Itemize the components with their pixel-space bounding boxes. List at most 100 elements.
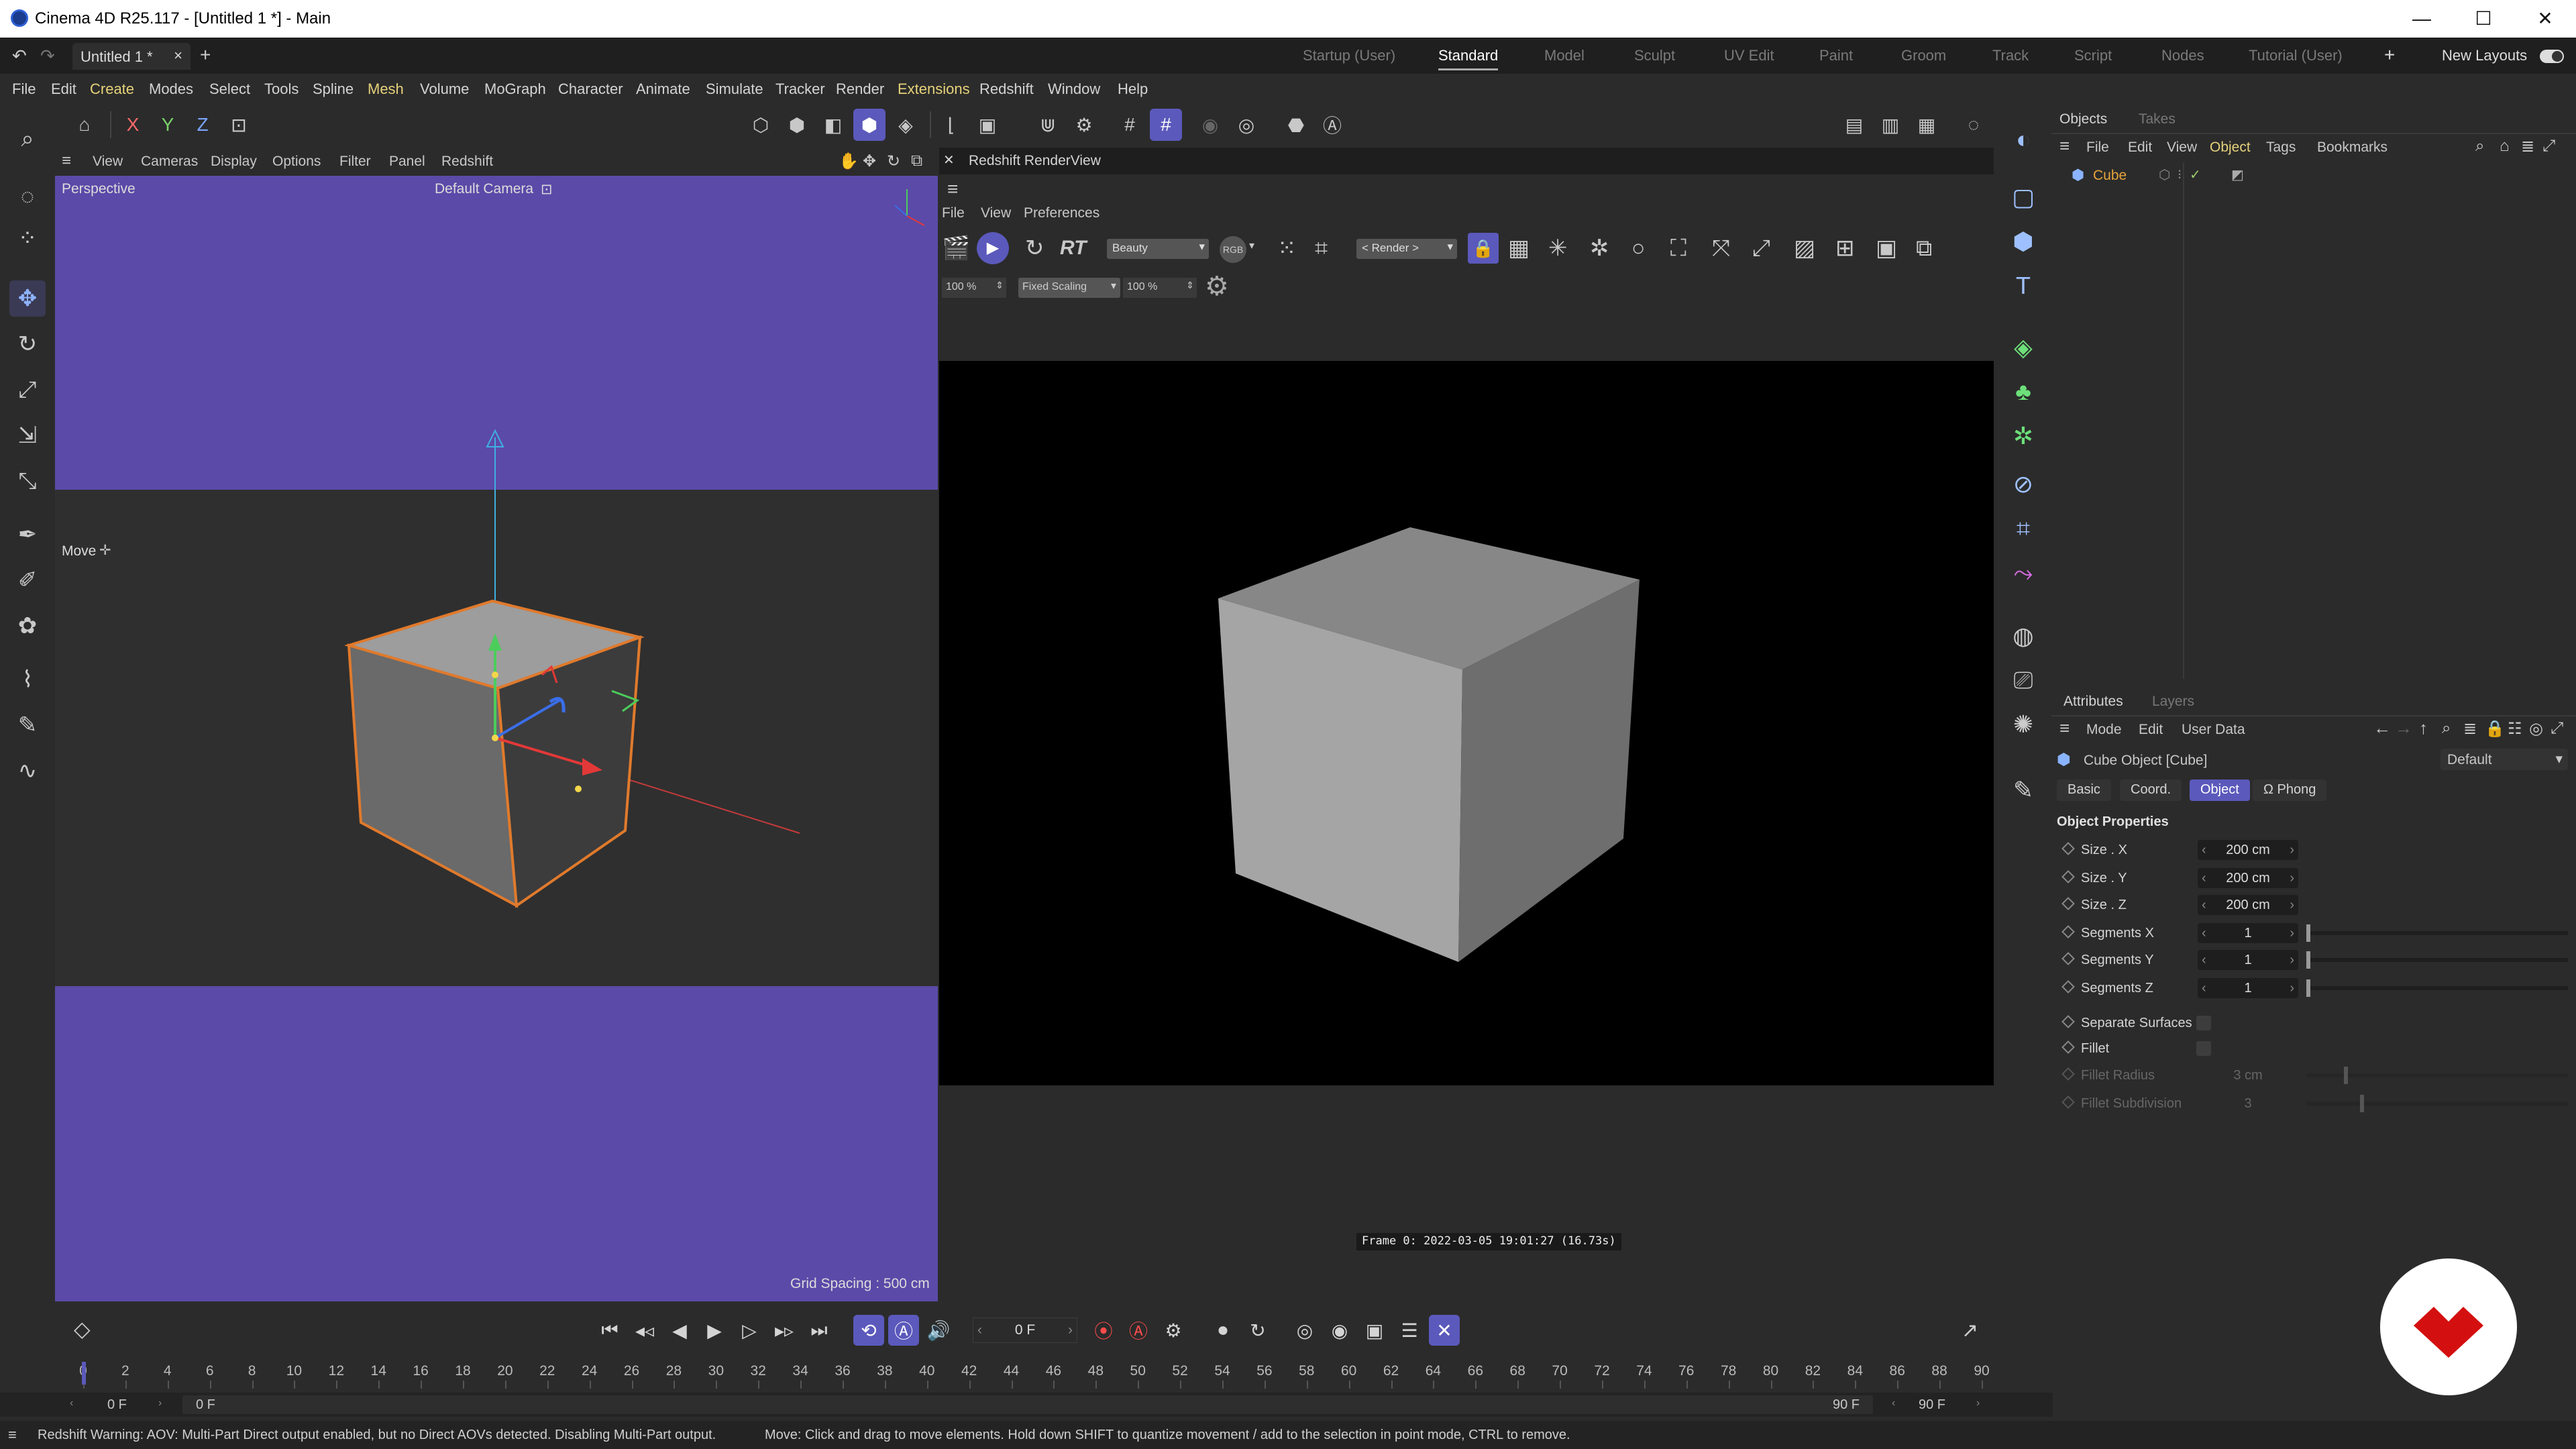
layout-tab-nodes[interactable]: Nodes [2161, 47, 2204, 64]
objects-menu-tags[interactable]: Tags [2266, 140, 2296, 156]
image-icon[interactable]: ▨ [1794, 235, 1815, 262]
filter-icon[interactable]: ≣ [2521, 137, 2534, 156]
increment-icon[interactable]: › [1068, 1318, 1073, 1342]
renderview-menu-file[interactable]: File [942, 205, 965, 221]
home-icon[interactable]: ⌂ [2500, 137, 2510, 156]
stepper-icon[interactable]: ⇕ [996, 280, 1004, 291]
layout-tab-paint[interactable]: Paint [1819, 47, 1853, 64]
resize-diagonal-icon[interactable]: ⤢ [1752, 235, 1770, 262]
maximize-button[interactable]: ☐ [2463, 5, 2504, 32]
segments-x-slider[interactable] [2306, 924, 2568, 942]
search-icon[interactable]: ⌕ [9, 121, 46, 157]
tag-edit-icon[interactable]: ✎ [2004, 771, 2042, 809]
edit-render-settings-icon[interactable]: ▦ [1911, 109, 1943, 141]
spline-pen-icon[interactable]: ✒ [9, 517, 46, 553]
clapper-icon[interactable]: 🎬 [942, 235, 970, 262]
range-end-field[interactable]: 90 F [1919, 1397, 1945, 1413]
layout-tab-script[interactable]: Script [2074, 47, 2112, 64]
text-spline-icon[interactable]: T [2004, 267, 2042, 305]
menu-redshift[interactable]: Redshift [979, 80, 1034, 98]
spline-rectangle-icon[interactable]: ▢ [2004, 178, 2042, 216]
search-icon[interactable]: ⌕ [2442, 719, 2451, 738]
play-forward-icon[interactable]: ▶ [699, 1315, 730, 1346]
close-window-button[interactable]: ✕ [2525, 5, 2565, 32]
layout-tab-groom[interactable]: Groom [1901, 47, 1946, 64]
go-to-start-icon[interactable]: ⏮ [594, 1315, 625, 1346]
menu-render[interactable]: Render [836, 80, 884, 98]
key-rotation-icon[interactable]: ↻ [1242, 1315, 1273, 1346]
layout-tab-sculpt[interactable]: Sculpt [1634, 47, 1675, 64]
menu-window[interactable]: Window [1048, 80, 1100, 98]
decrement-icon[interactable]: ‹ [70, 1397, 73, 1409]
viewport-menu-options[interactable]: Options [272, 154, 321, 170]
keyframe-diamond-icon[interactable] [2061, 1015, 2075, 1028]
menu-simulate[interactable]: Simulate [706, 80, 763, 98]
render-target-select[interactable]: < Render > ▾ [1356, 239, 1457, 259]
menu-extensions[interactable]: Extensions [898, 80, 970, 98]
decrement-icon[interactable]: ‹ [977, 1318, 982, 1342]
subtab-basic[interactable]: Basic [2057, 780, 2111, 801]
tab-objects[interactable]: Objects [2059, 111, 2107, 127]
renderview-menu-preferences[interactable]: Preferences [1024, 205, 1099, 221]
viewport-menu-panel[interactable]: Panel [389, 154, 425, 170]
increment-icon[interactable]: › [1976, 1397, 1980, 1409]
increment-icon[interactable]: › [2290, 978, 2294, 998]
grid-overlay-icon[interactable]: ⁙ [1277, 235, 1297, 262]
menu-help[interactable]: Help [1118, 80, 1148, 98]
cube-create-icon[interactable]: ◐ [2004, 121, 2042, 158]
back-arrow-icon[interactable]: ← [2373, 718, 2391, 739]
snowflake-icon[interactable]: ✳ [1548, 235, 1568, 262]
object-name-cube[interactable]: Cube [2093, 168, 2127, 184]
render-view-icon[interactable]: ▤ [1838, 109, 1870, 141]
layout-tab-tutorial[interactable]: Tutorial (User) [2249, 47, 2343, 64]
keyframe-selection-icon[interactable]: ⚙ [1158, 1315, 1189, 1346]
live-selection-icon[interactable]: ◌ [9, 178, 46, 215]
previous-key-icon[interactable]: ◂◃ [629, 1315, 660, 1346]
menu-edit[interactable]: Edit [51, 80, 76, 98]
cube-primitive-icon[interactable]: ⬢ [2004, 223, 2042, 260]
move-tool-icon[interactable]: ✥ [9, 280, 46, 317]
visibility-dots-icon[interactable]: ⁝ [2178, 166, 2182, 183]
rgb-channel-button[interactable]: RGB [1220, 236, 1246, 263]
viewport-menu-cameras[interactable]: Cameras [141, 154, 198, 170]
render-output-image[interactable] [939, 361, 1994, 1085]
viewport-menu-display[interactable]: Display [211, 154, 257, 170]
decrement-icon[interactable]: ‹ [2202, 895, 2206, 915]
objects-menu-icon[interactable]: ≡ [2059, 136, 2070, 156]
viewport-maximize-icon[interactable]: ⧉ [911, 152, 922, 170]
keyframe-diamond-icon[interactable] [2061, 925, 2075, 938]
layout-tab-model[interactable]: Model [1544, 47, 1585, 64]
motion-system-icon[interactable]: ☰ [1394, 1315, 1425, 1346]
minimize-button[interactable]: — [2402, 5, 2442, 32]
new-layouts-label[interactable]: New Layouts [2442, 47, 2527, 64]
key-position-icon[interactable]: ⏺ [1208, 1315, 1238, 1346]
fillet-checkbox[interactable] [2196, 1041, 2211, 1056]
expand-panel-icon[interactable]: ⤢ [2542, 137, 2555, 156]
objects-menu-view[interactable]: View [2167, 140, 2197, 156]
light-icon[interactable]: ✺ [2004, 706, 2042, 743]
knife-tool-icon[interactable]: ✎ [9, 707, 46, 743]
filter-icon[interactable]: ≣ [2463, 719, 2477, 739]
keyframe-diamond-icon[interactable] [2061, 897, 2075, 910]
menu-mograph[interactable]: MoGraph [484, 80, 546, 98]
close-renderview-icon[interactable]: ✕ [943, 152, 955, 168]
menu-volume[interactable]: Volume [420, 80, 469, 98]
snap-settings-icon[interactable]: ⚙ [1068, 109, 1100, 141]
deformer-icon[interactable]: ✲ [2004, 417, 2042, 455]
menu-modes[interactable]: Modes [149, 80, 193, 98]
keyframe-diamond-icon[interactable] [2061, 1040, 2075, 1054]
new-document-icon[interactable]: + [200, 44, 211, 66]
separate-surfaces-checkbox[interactable] [2196, 1016, 2211, 1030]
objects-menu-bookmarks[interactable]: Bookmarks [2317, 140, 2387, 156]
slider-knob[interactable] [2306, 924, 2310, 942]
gizmo-handle-x-dot[interactable] [575, 786, 582, 792]
tile-grid-icon[interactable]: ▦ [1508, 235, 1529, 262]
snap-magnet-icon[interactable]: ⋓ [1032, 109, 1064, 141]
previous-frame-icon[interactable]: ◀ [664, 1315, 695, 1346]
axis-mode-icon[interactable]: ⌊ [935, 109, 967, 141]
scene-null-icon[interactable]: ⌗ [2004, 510, 2042, 547]
model-mode-icon[interactable]: ⌂ [68, 109, 101, 141]
viewport-canvas[interactable]: Perspective Default Camera ⊡ Move ✛ Grid… [55, 176, 938, 1301]
viewport-camera-label[interactable]: Default Camera [435, 181, 533, 197]
zoom-input[interactable]: 100 % ⇕ [942, 278, 1006, 298]
